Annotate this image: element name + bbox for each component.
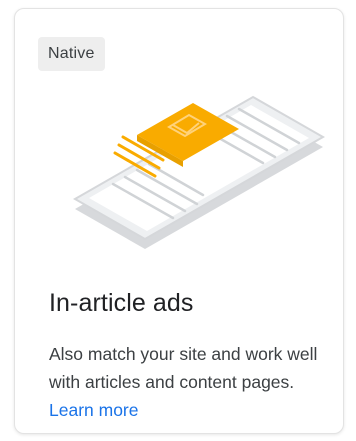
ad-format-card[interactable]: Native In-article ads Also match your si…	[14, 8, 344, 434]
card-title: In-article ads	[49, 289, 194, 317]
learn-more-link[interactable]: Learn more	[49, 400, 139, 420]
format-badge: Native	[38, 37, 105, 71]
description-text: Also match your site and work well with …	[49, 344, 318, 392]
card-description: Also match your site and work well with …	[49, 340, 339, 424]
in-article-phone-illustration-icon	[72, 95, 326, 249]
